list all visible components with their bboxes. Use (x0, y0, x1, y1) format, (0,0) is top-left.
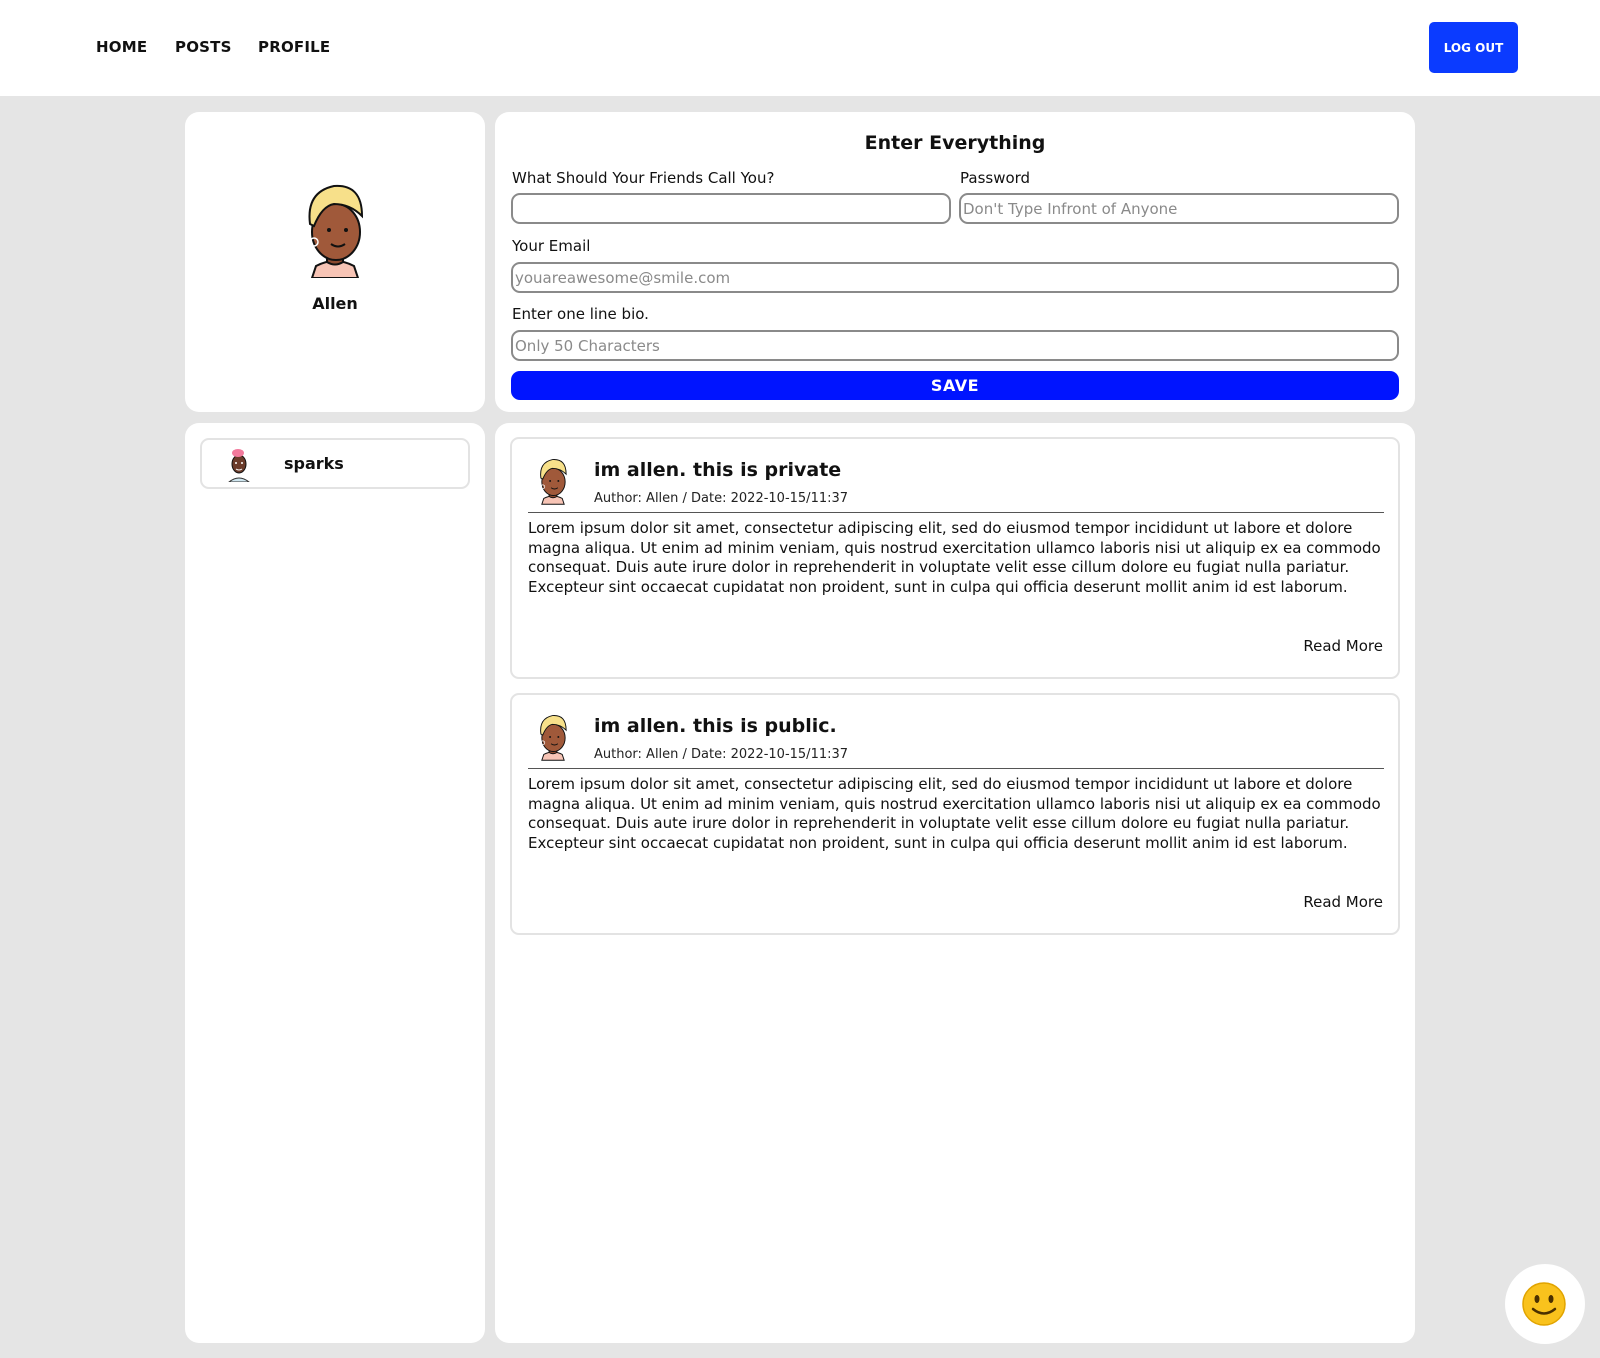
bio-field-label: Enter one line bio. (512, 305, 649, 323)
friend-name: sparks (284, 454, 344, 473)
profile-name: Allen (312, 294, 358, 313)
post-card: im allen. this is private Author: Allen … (510, 437, 1400, 679)
email-field[interactable] (511, 262, 1399, 293)
read-more-link[interactable]: Read More (1303, 637, 1383, 655)
friends-list-card: sparks (185, 423, 485, 1343)
nav-profile-link[interactable]: PROFILE (258, 38, 330, 56)
nav-posts-link[interactable]: POSTS (175, 38, 232, 56)
name-field[interactable] (511, 193, 951, 224)
read-more-link[interactable]: Read More (1303, 893, 1383, 911)
friend-item[interactable]: sparks (200, 438, 470, 489)
smiley-widget-button[interactable] (1505, 1264, 1585, 1344)
post-divider (528, 768, 1384, 769)
posts-card: im allen. this is private Author: Allen … (495, 423, 1415, 1343)
form-title: Enter Everything (864, 132, 1046, 154)
post-divider (528, 512, 1384, 513)
profile-edit-form: Enter Everything What Should Your Friend… (495, 112, 1415, 412)
profile-card: Allen (185, 112, 485, 412)
avatar-woman-blonde-icon (536, 453, 570, 505)
post-body: Lorem ipsum dolor sit amet, consectetur … (528, 775, 1381, 852)
post-title: im allen. this is public. (594, 715, 837, 737)
avatar-woman-blonde-icon (536, 709, 570, 761)
logout-button[interactable]: LOG OUT (1429, 22, 1518, 73)
nav-home-link[interactable]: HOME (96, 38, 147, 56)
avatar-man-pink-hair-icon (225, 446, 253, 482)
password-field-label: Password (960, 169, 1031, 187)
save-button[interactable]: SAVE (511, 371, 1399, 400)
top-navbar: HOME POSTS PROFILE LOG OUT (0, 0, 1600, 96)
post-title: im allen. this is private (594, 459, 842, 481)
post-body: Lorem ipsum dolor sit amet, consectetur … (528, 519, 1381, 596)
post-meta: Author: Allen / Date: 2022-10-15/11:37 (594, 491, 849, 506)
post-meta: Author: Allen / Date: 2022-10-15/11:37 (594, 747, 849, 762)
bio-field[interactable] (511, 330, 1399, 361)
name-field-label: What Should Your Friends Call You? (512, 169, 775, 187)
avatar-woman-blonde-icon (300, 174, 370, 278)
post-card: im allen. this is public. Author: Allen … (510, 693, 1400, 935)
smiley-face-icon (1522, 1282, 1566, 1326)
password-field[interactable] (959, 193, 1399, 224)
email-field-label: Your Email (512, 237, 591, 255)
